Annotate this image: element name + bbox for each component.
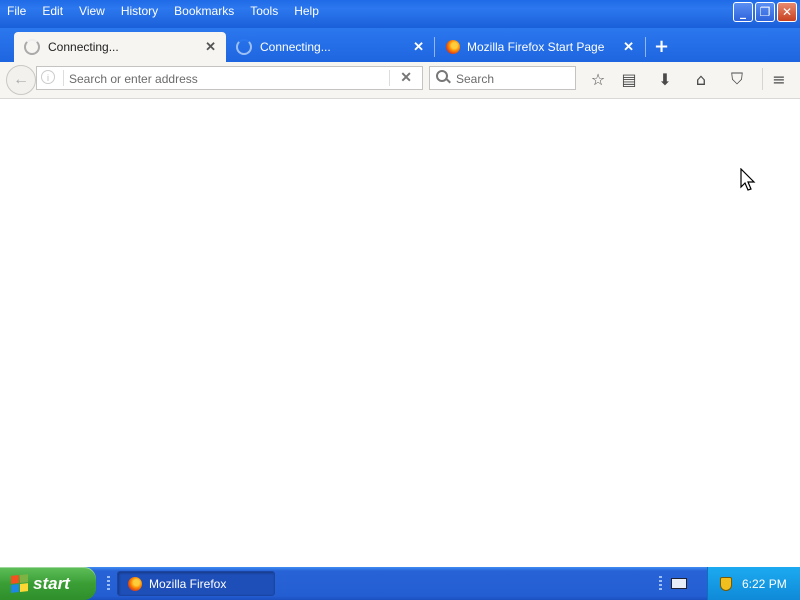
hamburger-menu-icon[interactable]: ≡ xyxy=(768,68,790,90)
search-bar[interactable] xyxy=(429,66,576,90)
system-tray: 6:22 PM xyxy=(707,567,800,600)
start-label: start xyxy=(33,573,70,593)
divider xyxy=(389,70,390,86)
title-bar: File Edit View History Bookmarks Tools H… xyxy=(0,0,800,28)
site-info-icon[interactable]: i xyxy=(41,70,55,84)
tab-firefox-start-page[interactable]: Mozilla Firefox Start Page ✕ xyxy=(436,32,644,62)
menu-tools[interactable]: Tools xyxy=(242,0,286,22)
address-input[interactable] xyxy=(67,69,391,89)
close-window-button[interactable]: ✕ xyxy=(777,2,797,22)
tab-separator xyxy=(434,37,435,57)
loading-spinner-icon xyxy=(24,39,40,55)
taskbar-grip[interactable] xyxy=(107,576,110,592)
menu-edit[interactable]: Edit xyxy=(34,0,71,22)
tab-label: Connecting... xyxy=(48,40,119,54)
keyboard-icon[interactable] xyxy=(671,578,687,589)
menu-help[interactable]: Help xyxy=(286,0,327,22)
menu-file[interactable]: File xyxy=(0,0,34,22)
divider xyxy=(63,70,64,86)
address-bar[interactable]: i ✕ xyxy=(36,66,423,90)
firefox-icon xyxy=(446,40,460,54)
search-icon xyxy=(436,70,448,82)
page-content[interactable] xyxy=(0,99,800,567)
downloads-icon[interactable]: ⬇ xyxy=(654,68,676,90)
window-controls: _ ❐ ✕ xyxy=(733,2,797,22)
home-icon[interactable]: ⌂ xyxy=(690,68,712,90)
bookmark-star-icon[interactable]: ☆ xyxy=(587,68,609,90)
minimize-button[interactable]: _ xyxy=(733,2,753,22)
mouse-cursor-icon xyxy=(740,168,756,191)
taskbar-grip[interactable] xyxy=(659,576,662,592)
stop-loading-icon[interactable]: ✕ xyxy=(400,69,412,86)
start-button[interactable]: start xyxy=(0,567,96,600)
pocket-icon[interactable]: ⛉ xyxy=(726,68,748,90)
restore-button[interactable]: ❐ xyxy=(755,2,775,22)
tab-close-button[interactable]: ✕ xyxy=(623,39,634,55)
navigation-toolbar: ← i ✕ ☆ ▤ ⬇ ⌂ ⛉ ≡ xyxy=(0,62,800,99)
tab-label: Mozilla Firefox Start Page xyxy=(467,40,605,54)
firefox-icon xyxy=(128,576,142,591)
new-tab-button[interactable]: + xyxy=(654,36,669,57)
search-input[interactable] xyxy=(454,69,573,89)
tab-label: Connecting... xyxy=(260,40,331,54)
menu-bar: File Edit View History Bookmarks Tools H… xyxy=(0,0,327,22)
tab-strip: Connecting... ✕ Connecting... ✕ Mozilla … xyxy=(0,28,800,62)
divider xyxy=(762,68,763,90)
reading-list-icon[interactable]: ▤ xyxy=(618,68,640,90)
tab-connecting-2[interactable]: Connecting... ✕ xyxy=(226,32,434,62)
tab-connecting-1[interactable]: Connecting... ✕ xyxy=(14,32,226,62)
loading-spinner-icon xyxy=(236,39,252,55)
taskbar: start Mozilla Firefox 6:22 PM xyxy=(0,567,800,600)
menu-bookmarks[interactable]: Bookmarks xyxy=(166,0,242,22)
tab-close-button[interactable]: ✕ xyxy=(205,39,216,55)
taskbar-item-label: Mozilla Firefox xyxy=(149,576,227,591)
menu-view[interactable]: View xyxy=(71,0,113,22)
security-shield-icon[interactable] xyxy=(720,576,732,591)
taskbar-item-firefox[interactable]: Mozilla Firefox xyxy=(117,571,275,596)
windows-logo-icon xyxy=(11,574,28,593)
tab-close-button[interactable]: ✕ xyxy=(413,39,424,55)
back-button[interactable]: ← xyxy=(6,65,36,95)
clock[interactable]: 6:22 PM xyxy=(742,577,787,591)
menu-history[interactable]: History xyxy=(113,0,166,22)
tab-separator xyxy=(645,37,646,57)
